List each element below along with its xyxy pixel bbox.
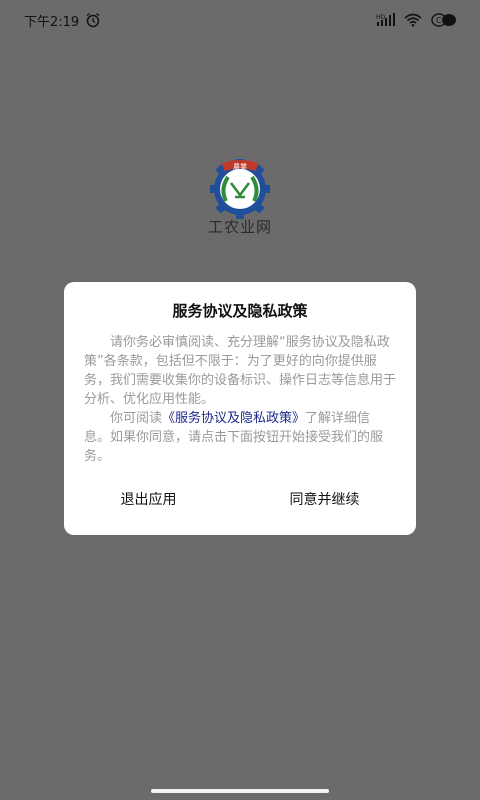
- dialog-paragraph-1: 请你务必审慎阅读、充分理解“服务协议及隐私政策”各条款，包括但不限于：为了更好的…: [84, 335, 397, 407]
- privacy-policy-link[interactable]: 《服务协议及隐私政策》: [162, 411, 305, 426]
- svg-text:HD: HD: [376, 14, 386, 21]
- app-name: 工农业网: [207, 218, 272, 236]
- exit-app-button[interactable]: 退出应用: [111, 485, 187, 513]
- privacy-dialog: 服务协议及隐私政策 请你务必审慎阅读、充分理解“服务协议及隐私政策”各条款，包括…: [64, 282, 416, 535]
- dialog-body: 请你务必审慎阅读、充分理解“服务协议及隐私政策”各条款，包括但不限于：为了更好的…: [84, 333, 396, 466]
- dialog-title: 服务协议及隐私政策: [172, 302, 308, 320]
- status-bar: 下午2:19 HD C: [0, 0, 480, 40]
- paragraph-2-prefix: 你可阅读: [110, 411, 163, 426]
- alarm-icon: [85, 12, 101, 28]
- battery-icon: C: [430, 12, 458, 28]
- app-logo: 農業: [200, 155, 280, 219]
- dialog-buttons: 退出应用 同意并继续: [64, 485, 416, 513]
- wifi-icon: [404, 13, 422, 27]
- dialog-paragraph-2: 你可阅读《服务协议及隐私政策》了解详细信息。如果你同意，请点击下面按钮开始接受我…: [84, 409, 396, 466]
- svg-text:農業: 農業: [233, 162, 247, 171]
- hd-signal-icon: HD: [376, 13, 396, 27]
- agree-continue-button[interactable]: 同意并继续: [280, 485, 370, 513]
- status-right: HD C: [376, 12, 458, 28]
- status-time: 下午2:19: [24, 14, 80, 30]
- status-left: 下午2:19: [24, 11, 101, 30]
- svg-text:C: C: [436, 16, 442, 25]
- home-indicator[interactable]: [151, 789, 329, 793]
